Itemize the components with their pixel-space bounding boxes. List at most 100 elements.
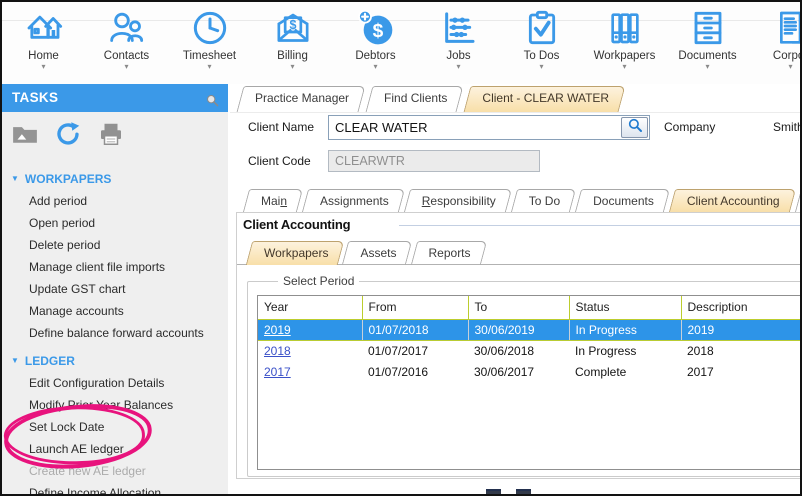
tab-label: Assets <box>345 241 409 260</box>
sidebar-item-create-new-ae-ledger: Create new AE ledger <box>2 460 228 482</box>
tab-label: Reports <box>414 241 484 260</box>
tab-to-do[interactable]: To Do <box>514 189 573 212</box>
tasks-panel-header: TASKS <box>2 84 228 112</box>
column-header-status[interactable]: Status <box>569 296 681 319</box>
sidebar-item-define-balance-forward-accounts[interactable]: Define balance forward accounts <box>2 322 228 344</box>
period-year-link[interactable]: 2019 <box>264 323 291 337</box>
sidebar-item-launch-ae-ledger[interactable]: Launch AE ledger <box>2 438 228 460</box>
select-period-groupbox: Select Period YearFromToStatusDescriptio… <box>247 281 800 477</box>
sidebar-section-label: WORKPAPERS <box>25 172 111 186</box>
toolbar-item-corpor[interactable]: Corpor▾ <box>749 2 800 84</box>
refresh-button[interactable] <box>53 119 83 154</box>
corporate-icon <box>771 8 801 48</box>
sidebar-item-manage-accounts[interactable]: Manage accounts <box>2 300 228 322</box>
tab-label: Workpapers <box>249 241 341 260</box>
column-header-year[interactable]: Year <box>258 296 362 319</box>
toolbar-item-timesheet[interactable]: Timesheet▾ <box>168 2 251 84</box>
period-table: YearFromToStatusDescription 201901/07/20… <box>258 296 800 382</box>
tab-find-clients[interactable]: Find Clients <box>369 86 460 112</box>
workspace-tab-row: Practice Manager Find Clients Client - CLE… <box>230 86 800 113</box>
toolbar-item-billing[interactable]: $Billing▾ <box>251 2 334 84</box>
sidebar-item-delete-period[interactable]: Delete period <box>2 234 228 256</box>
open-folder-button[interactable] <box>10 119 40 154</box>
main-area: Practice Manager Find Clients Client - CLE… <box>230 84 800 494</box>
open-folder-icon <box>10 119 40 149</box>
period-to-cell: 30/06/2018 <box>468 340 569 361</box>
sidebar-item-open-period[interactable]: Open period <box>2 212 228 234</box>
pin-icon <box>205 93 220 108</box>
search-icon <box>626 116 644 134</box>
client-search-button[interactable] <box>621 117 648 138</box>
subtab-assets[interactable]: Assets <box>345 241 409 265</box>
company-label: Company <box>664 120 715 134</box>
toolbar-item-to-dos[interactable]: To Dos▾ <box>500 2 583 84</box>
tab-label: Client Accounting <box>672 189 793 208</box>
toolbar-item-label: To Dos <box>524 50 560 62</box>
subtab-workpapers[interactable]: Workpapers <box>249 241 341 265</box>
sidebar-item-edit-configuration-details[interactable]: Edit Configuration Details <box>2 372 228 394</box>
period-status-cell: In Progress <box>569 340 681 361</box>
toolbar-item-home[interactable]: Home▾ <box>2 2 85 84</box>
period-year-link[interactable]: 2017 <box>264 365 291 379</box>
tab-main[interactable]: Main <box>246 189 300 212</box>
tasks-panel-title: TASKS <box>12 90 58 105</box>
period-description-cell: 2019 <box>681 319 800 340</box>
sidebar-item-manage-client-file-imports[interactable]: Manage client file imports <box>2 256 228 278</box>
chevron-down-icon: ▾ <box>705 63 709 71</box>
tab-partial[interactable] <box>798 189 800 212</box>
sidebar-menu: ▼WORKPAPERSAdd periodOpen periodDelete p… <box>2 158 228 494</box>
tab-label: Responsibility <box>407 189 509 208</box>
workpapers-icon <box>605 8 645 48</box>
period-row-2019[interactable]: 201901/07/201830/06/2019In Progress2019 <box>258 319 800 340</box>
tab-documents[interactable]: Documents <box>578 189 667 212</box>
tab-practice-manager[interactable]: Practice Manager <box>240 86 362 112</box>
todos-icon <box>522 8 562 48</box>
subtab-reports[interactable]: Reports <box>414 241 484 265</box>
tab-responsibility[interactable]: Responsibility <box>407 189 509 212</box>
period-table-frame: YearFromToStatusDescription 201901/07/20… <box>257 295 800 470</box>
tab-label: Documents <box>578 189 667 208</box>
period-row-2018[interactable]: 201801/07/201730/06/2018In Progress2018 <box>258 340 800 361</box>
pin-icon-slot[interactable] <box>205 90 220 118</box>
chevron-down-icon: ▼ <box>11 357 19 365</box>
client-code-input[interactable] <box>328 150 540 172</box>
toolbar-item-debtors[interactable]: $Debtors▾ <box>334 2 417 84</box>
sidebar-item-update-gst-chart[interactable]: Update GST chart <box>2 278 228 300</box>
period-status-cell: In Progress <box>569 319 681 340</box>
period-year-cell: 2018 <box>258 340 362 361</box>
chevron-down-icon: ▾ <box>207 63 211 71</box>
tab-client-clear-water[interactable]: Client - CLEAR WATER <box>467 86 622 112</box>
sidebar-item-set-lock-date[interactable]: Set Lock Date <box>2 416 228 438</box>
period-year-cell: 2019 <box>258 319 362 340</box>
period-row-2017[interactable]: 201701/07/201630/06/2017Complete2017 <box>258 361 800 382</box>
toolbar-item-contacts[interactable]: Contacts▾ <box>85 2 168 84</box>
sidebar-item-modify-prior-year-balances[interactable]: Modify Prior Year Balances <box>2 394 228 416</box>
timesheet-icon <box>190 8 230 48</box>
sidebar-section-ledger[interactable]: ▼LEDGER <box>2 350 228 372</box>
tab-assignments[interactable]: Assignments <box>305 189 402 212</box>
toolbar-item-workpapers[interactable]: Workpapers▾ <box>583 2 666 84</box>
period-description-cell: 2018 <box>681 340 800 361</box>
tab-client-accounting[interactable]: Client Accounting <box>672 189 793 212</box>
column-header-from[interactable]: From <box>362 296 468 319</box>
clipped-button-fragment <box>516 489 531 494</box>
sidebar-section-workpapers[interactable]: ▼WORKPAPERS <box>2 168 228 190</box>
chevron-down-icon: ▾ <box>788 63 792 71</box>
print-button[interactable] <box>96 119 126 154</box>
column-header-description[interactable]: Description <box>681 296 800 319</box>
toolbar-item-label: Documents <box>678 50 736 62</box>
period-to-cell: 30/06/2017 <box>468 361 569 382</box>
jobs-icon <box>439 8 479 48</box>
chevron-down-icon: ▾ <box>456 63 460 71</box>
billing-icon: $ <box>273 8 313 48</box>
client-name-input[interactable] <box>329 116 619 139</box>
client-tab-row: MainAssignments Responsibility To Do Docume… <box>230 188 800 212</box>
toolbar-item-documents[interactable]: Documents▾ <box>666 2 749 84</box>
sidebar-item-define-income-allocation[interactable]: Define Income Allocation <box>2 482 228 494</box>
toolbar-item-jobs[interactable]: Jobs▾ <box>417 2 500 84</box>
column-header-to[interactable]: To <box>468 296 569 319</box>
period-year-link[interactable]: 2018 <box>264 344 291 358</box>
accounting-sub-tab-row: WorkpapersAssets Reports <box>237 240 800 265</box>
client-code-label: Client Code <box>248 154 311 168</box>
sidebar-item-add-period[interactable]: Add period <box>2 190 228 212</box>
